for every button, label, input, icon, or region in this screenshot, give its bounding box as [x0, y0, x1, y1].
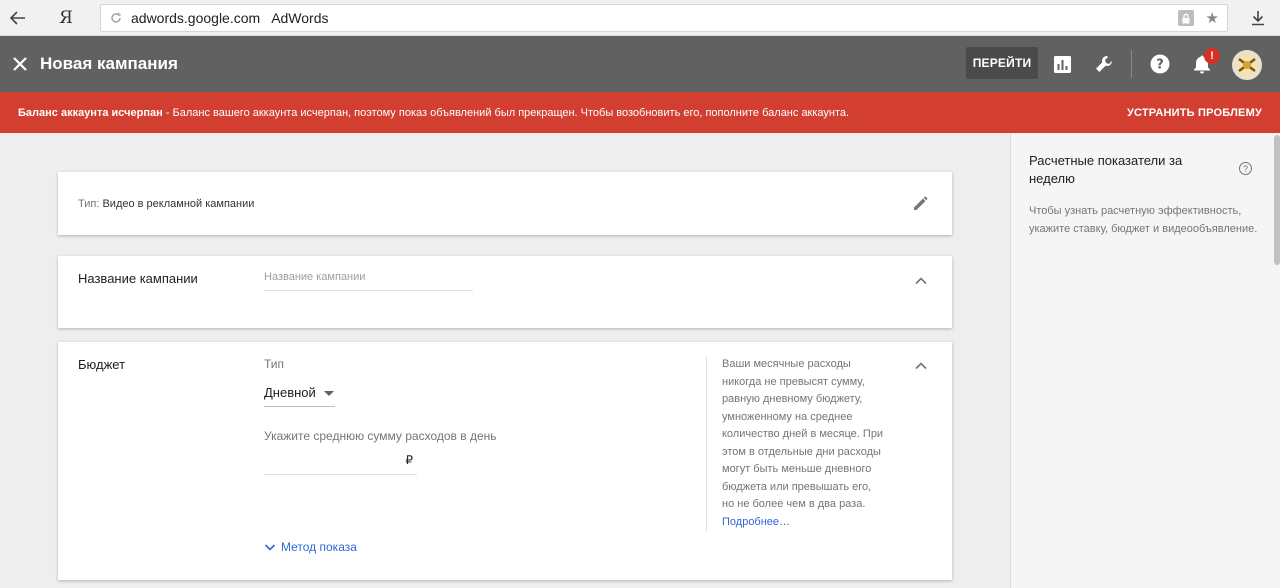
collapse-chevron-icon[interactable]: [914, 274, 928, 288]
chevron-down-icon: [264, 544, 276, 551]
budget-type-value: Дневной: [264, 385, 316, 400]
budget-title: Бюджет: [78, 357, 126, 372]
reports-icon[interactable]: [1048, 50, 1076, 78]
alert-title: Баланс аккаунта исчерпан: [18, 106, 163, 119]
campaign-name-input[interactable]: Название кампании: [264, 271, 473, 291]
budget-help-text: Ваши месячные расходы никогда не превыся…: [706, 356, 886, 531]
back-arrow-icon[interactable]: [0, 0, 36, 36]
currency-symbol: ₽: [405, 453, 413, 467]
svg-text:?: ?: [1156, 58, 1164, 73]
help-circle-icon[interactable]: ?: [1239, 162, 1252, 175]
fix-problem-button[interactable]: УСТРАНИТЬ ПРОБЛЕМУ: [1127, 107, 1262, 119]
edit-pencil-icon[interactable]: [912, 194, 930, 217]
yandex-button[interactable]: Я: [44, 0, 88, 36]
avatar[interactable]: [1232, 50, 1262, 80]
go-button[interactable]: ПЕРЕЙТИ: [966, 47, 1038, 79]
estimates-title: Расчетные показатели за неделю: [1029, 153, 1183, 186]
balance-alert: Баланс аккаунта исчерпан - Баланс вашего…: [0, 92, 1280, 133]
daily-amount-input[interactable]: ₽: [264, 453, 417, 475]
url-page-title: AdWords: [271, 10, 329, 26]
toolbar-divider: [1131, 50, 1132, 78]
budget-type-label: Тип: [264, 357, 285, 371]
url-domain: adwords.google.com: [131, 10, 261, 26]
type-value: Видео в рекламной кампании: [99, 198, 255, 210]
app-header: Новая кампания ПЕРЕЙТИ ?: [0, 36, 1280, 92]
type-label: Тип:: [78, 198, 100, 210]
bookmark-star-icon[interactable]: ★: [1206, 9, 1219, 27]
browser-toolbar: Я adwords.google.com AdWords ★: [0, 0, 1280, 36]
lock-icon[interactable]: [1177, 10, 1194, 26]
budget-card: Бюджет Тип Дневной Укажите среднюю сумму…: [58, 342, 952, 580]
wrench-icon[interactable]: [1090, 50, 1118, 78]
estimates-panel: Расчетные показатели за неделю ? Чтобы у…: [1010, 133, 1280, 588]
delivery-method-link[interactable]: Метод показа: [264, 540, 357, 554]
collapse-chevron-icon[interactable]: [914, 359, 928, 373]
amount-label: Укажите среднюю сумму расходов в день: [264, 429, 497, 443]
notification-badge: !: [1204, 48, 1220, 64]
estimates-description: Чтобы узнать расчетную эффективность, ук…: [1029, 205, 1258, 235]
campaign-name-card: Название кампании Название кампании: [58, 256, 952, 328]
page-title: Новая кампания: [40, 54, 178, 73]
learn-more-link[interactable]: Подробнее…: [722, 516, 790, 528]
reload-icon[interactable]: [101, 12, 131, 24]
dropdown-caret-icon: [323, 391, 334, 396]
delivery-method-label: Метод показа: [281, 540, 357, 554]
download-icon[interactable]: [1244, 0, 1272, 36]
address-bar[interactable]: adwords.google.com AdWords ★: [100, 4, 1228, 32]
campaign-name-title: Название кампании: [78, 271, 198, 286]
alert-message: - Баланс вашего аккаунта исчерпан, поэто…: [162, 106, 850, 119]
help-icon[interactable]: ?: [1146, 50, 1174, 78]
main-content: Тип: Видео в рекламной кампании Название…: [0, 133, 1010, 588]
close-icon[interactable]: [0, 36, 40, 92]
budget-type-select[interactable]: Дневной: [264, 385, 335, 407]
budget-help-body: Ваши месячные расходы никогда не превыся…: [722, 358, 884, 510]
campaign-type-card: Тип: Видео в рекламной кампании: [58, 172, 952, 235]
scrollbar[interactable]: [1274, 135, 1280, 265]
